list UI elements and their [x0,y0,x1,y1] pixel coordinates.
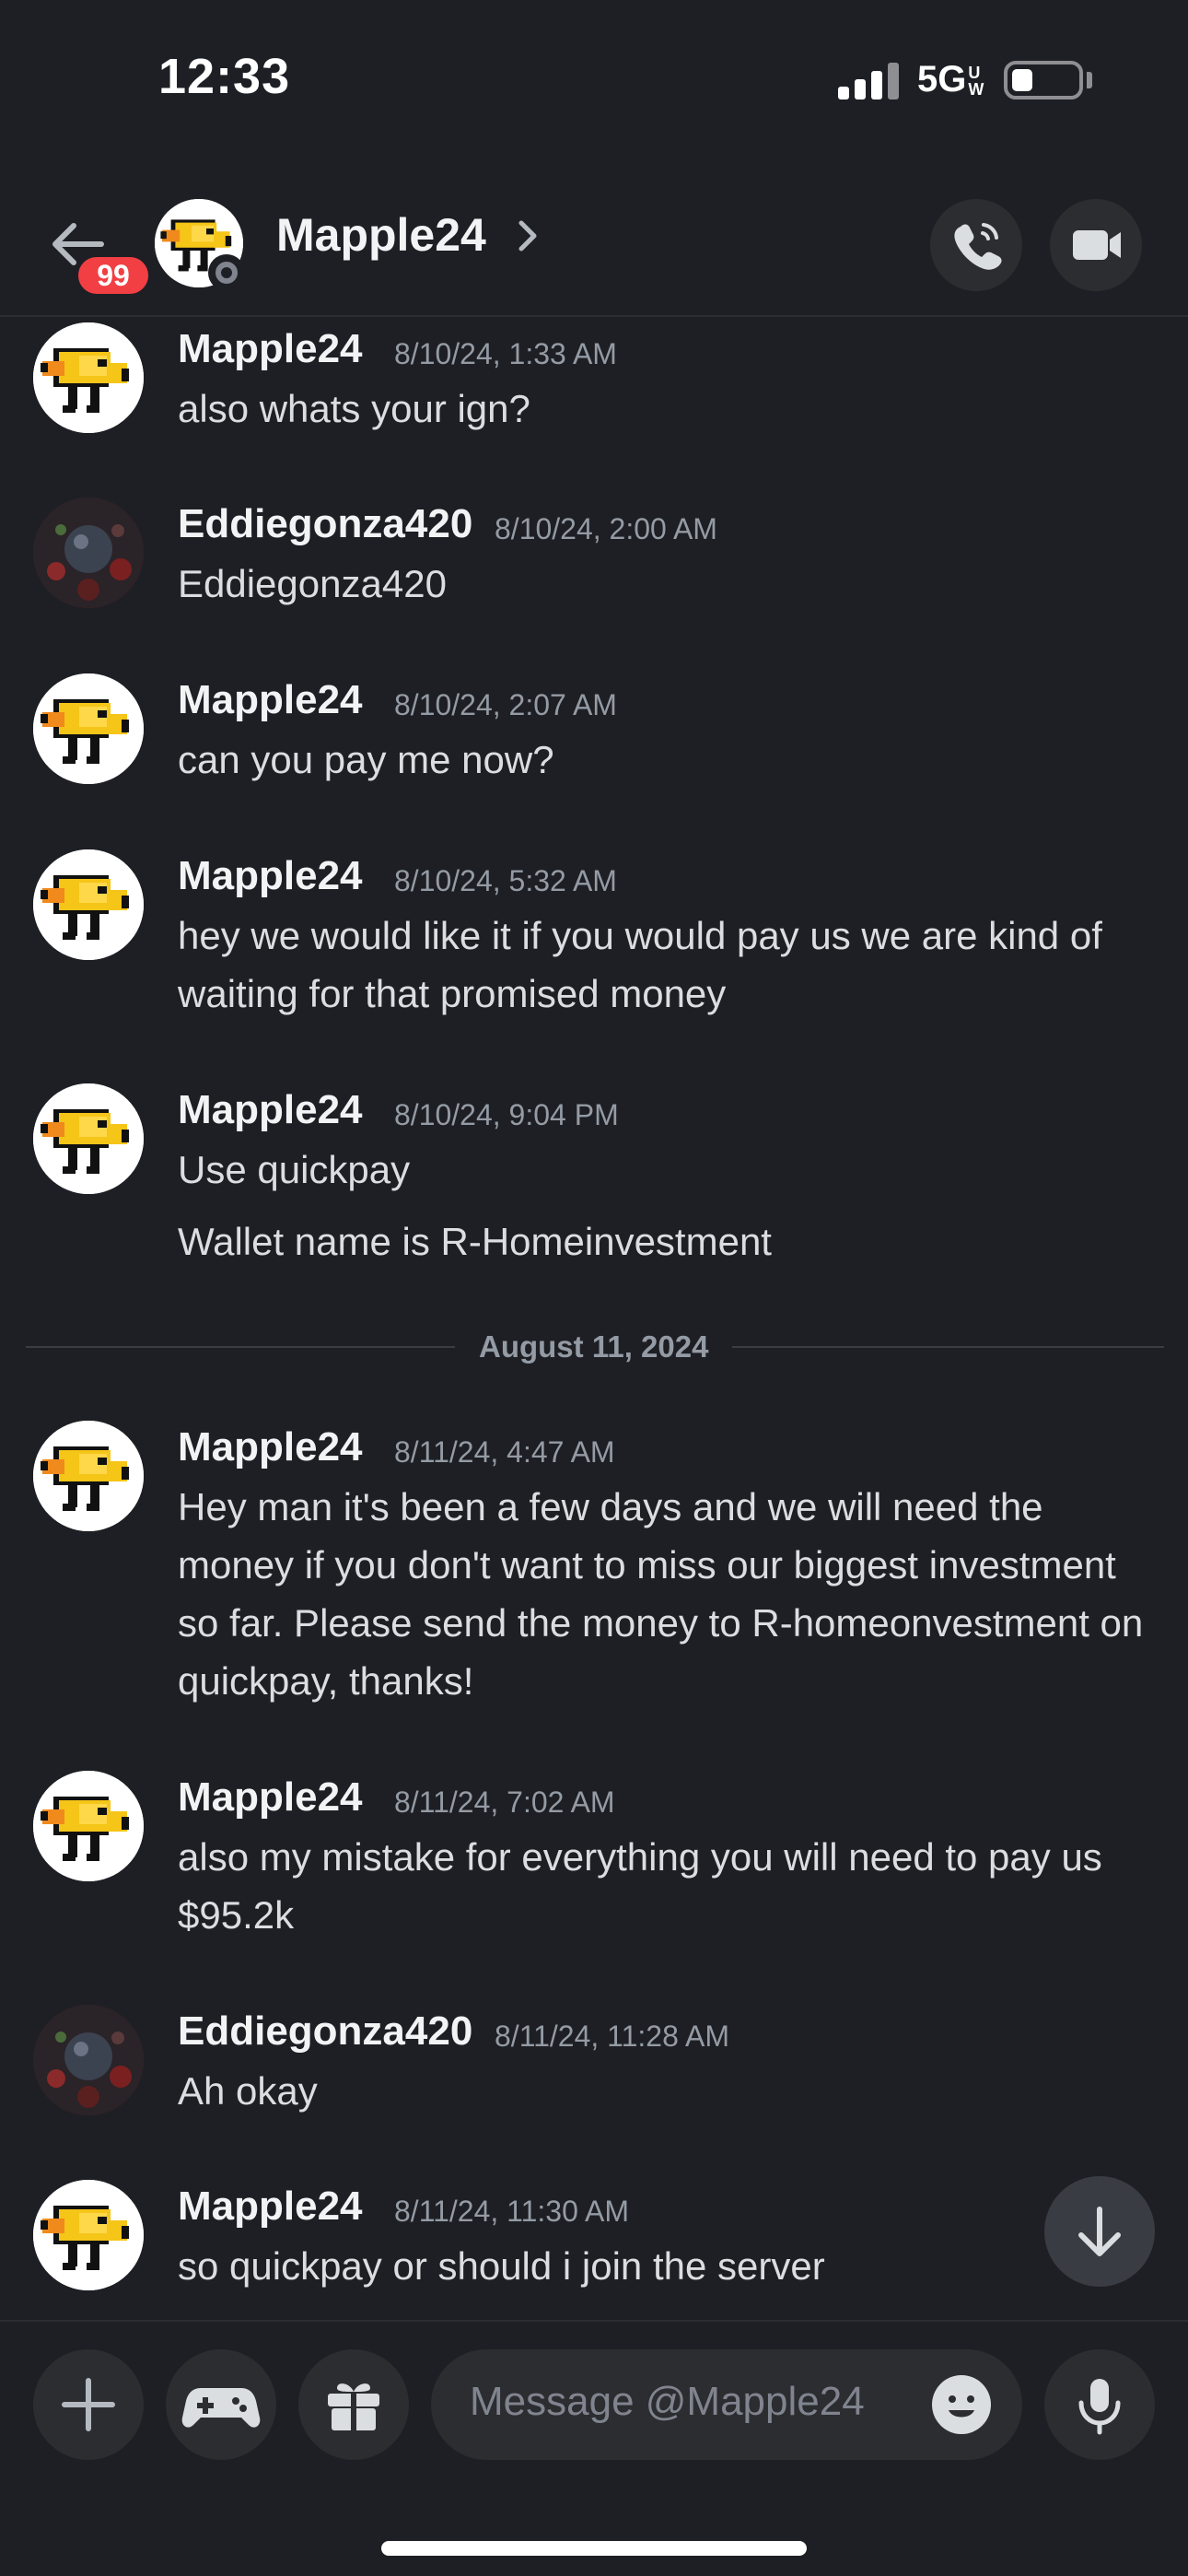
message-author[interactable]: Mapple24 [178,1774,363,1821]
jump-to-present-button[interactable] [1044,2176,1155,2287]
voice-call-button[interactable] [930,199,1022,291]
message-text: Use quickpay [178,1148,411,1191]
emoji-button[interactable] [928,2371,995,2438]
message-input[interactable]: Message @Mapple24 [431,2349,1022,2460]
avatar[interactable] [33,673,144,784]
avatar[interactable] [33,849,144,960]
message-author[interactable]: Mapple24 [178,853,363,899]
message-timestamp: 8/11/24, 11:28 AM [495,2020,729,2053]
message-timestamp: 8/11/24, 11:30 AM [394,2195,629,2228]
message-composer: Message @Mapple24 [0,2320,1188,2576]
battery-cap [1087,72,1092,88]
duck-avatar-icon [33,1421,144,1531]
avatar[interactable] [33,498,144,608]
network-type: 5G [917,59,967,100]
message-text: Hey man it's been a few days and we will… [178,1485,1144,1703]
gift-button[interactable] [298,2349,409,2460]
voice-message-button[interactable] [1044,2349,1155,2460]
message-timestamp: 8/11/24, 4:47 AM [394,1435,615,1469]
message-input-placeholder: Message @Mapple24 [470,2379,865,2424]
avatar[interactable] [33,2180,144,2290]
battery-icon [1004,61,1083,100]
message-timestamp: 8/10/24, 2:00 AM [495,512,717,545]
message-timestamp: 8/10/24, 2:07 AM [394,688,617,721]
message-timestamp: 8/10/24, 5:32 AM [394,864,617,897]
status-bar: 12:33 5G UW [0,0,1188,166]
message-text: also my mistake for everything you will … [178,1835,1102,1937]
duck-avatar-icon [33,673,144,784]
avatar[interactable] [33,1421,144,1531]
message-text: Wallet name is R-Homeinvestment [178,1220,772,1263]
offline-status-indicator [208,254,245,291]
message-author[interactable]: Mapple24 [178,1087,363,1133]
message-text: so quickpay or should i join the server [178,2244,825,2288]
message-text: also whats your ign? [178,387,530,430]
emoji-icon [932,2375,991,2434]
dm-header: 99 Mapple24 [0,166,1188,317]
gamepad-icon [181,2388,261,2428]
gift-icon [328,2383,379,2432]
avatar[interactable] [33,1083,144,1194]
activities-button[interactable] [166,2349,276,2460]
message-timestamp: 8/10/24, 1:33 AM [394,337,617,370]
microphone-icon [1078,2379,1121,2435]
phone-call-icon [954,223,1002,270]
duck-avatar-icon [33,2180,144,2290]
unread-badge: 99 [74,252,153,299]
duck-avatar-icon [33,849,144,960]
message-timestamp: 8/11/24, 7:02 AM [394,1786,615,1819]
message-author[interactable]: Eddiegonza420 [178,2008,472,2055]
duck-avatar-icon [33,1771,144,1881]
profile-photo-icon [33,498,144,608]
message-author[interactable]: Mapple24 [178,326,363,372]
jump-down-icon [1078,2207,1121,2256]
message-text: Ah okay [178,2069,318,2113]
add-attachment-button[interactable] [33,2349,144,2460]
date-divider-label: August 11, 2024 [455,1329,733,1364]
video-call-button[interactable] [1050,199,1142,291]
network-label: 5G UW [917,59,990,100]
duck-avatar-icon [33,322,144,433]
video-camera-icon [1073,230,1121,260]
message-text: hey we would like it if you would pay us… [178,914,1102,1015]
message-timestamp: 8/10/24, 9:04 PM [394,1098,619,1131]
network-sup: UW [968,64,984,99]
avatar[interactable] [33,2005,144,2115]
plus-icon [62,2378,115,2431]
avatar[interactable] [33,322,144,433]
signal-icon [838,61,901,100]
message-text: can you pay me now? [178,738,554,781]
message-author[interactable]: Mapple24 [178,677,363,723]
message-text: Eddiegonza420 [178,562,447,605]
duck-avatar-icon [33,1083,144,1194]
message-author[interactable]: Mapple24 [178,1424,363,1470]
avatar[interactable] [33,1771,144,1881]
message-author[interactable]: Mapple24 [178,2184,363,2230]
home-indicator[interactable] [381,2541,807,2556]
profile-photo-icon [33,2005,144,2115]
chevron-right-icon[interactable] [514,216,542,256]
header-username[interactable]: Mapple24 [276,208,486,262]
status-time: 12:33 [158,49,291,104]
message-author[interactable]: Eddiegonza420 [178,501,472,547]
